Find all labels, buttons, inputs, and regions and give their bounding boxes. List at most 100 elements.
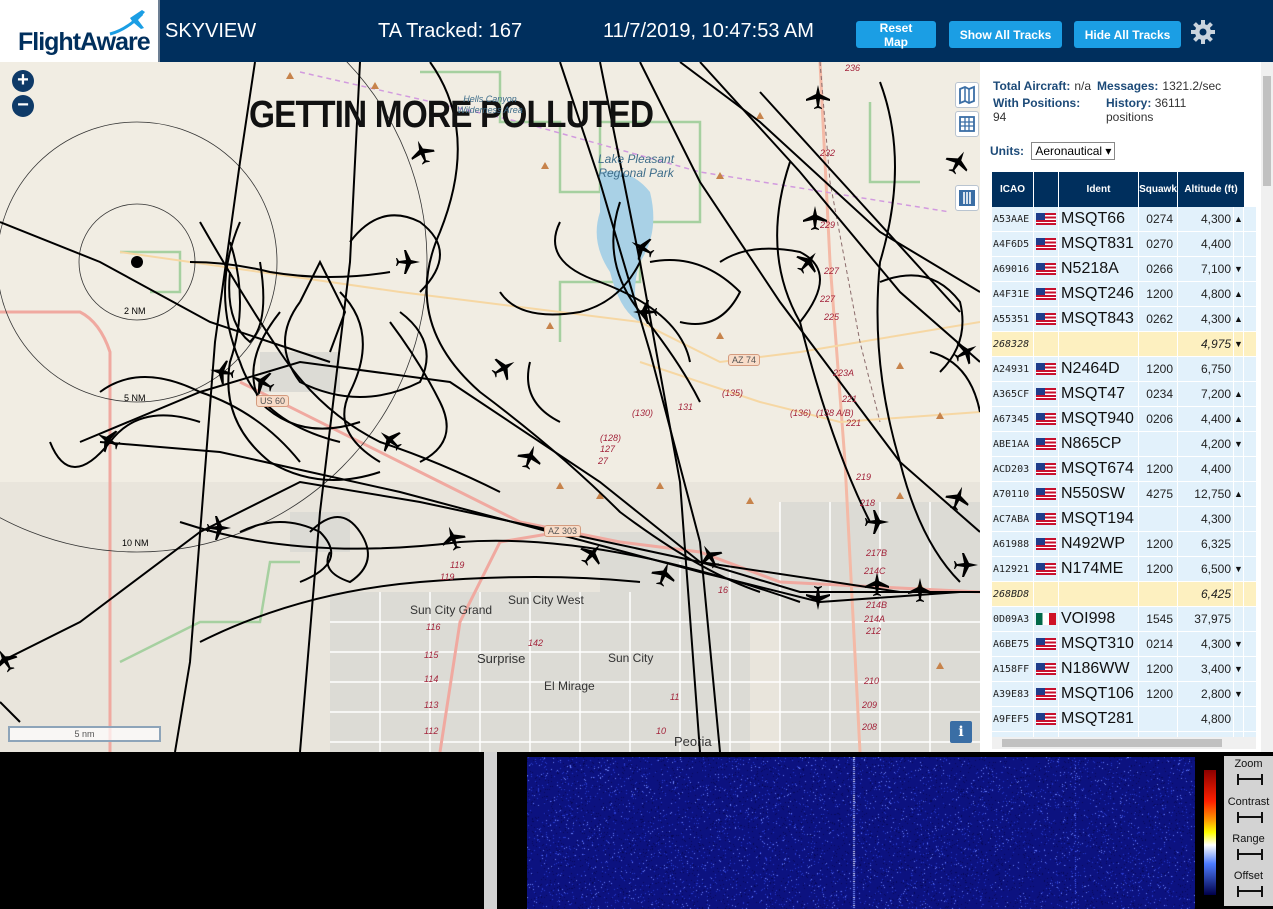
logo-text: FlightAware (18, 28, 151, 56)
ring-label-5nm: 5 NM (124, 393, 146, 403)
range-slider[interactable] (1237, 849, 1263, 860)
road-number: (135) (722, 388, 744, 398)
zoom-label: Zoom (1234, 758, 1263, 770)
table-row[interactable]: A365CF MSQT47 0234 7,200 ▲ (992, 382, 1256, 407)
column-toggle-button[interactable] (955, 185, 979, 211)
altitude-trend-icon: ▲ (1234, 382, 1244, 406)
table-row[interactable]: A61988 N492WP 1200 6,325 (992, 532, 1256, 557)
road-number: 218 (860, 498, 876, 508)
range-label: Range (1232, 833, 1265, 845)
road-number: 227 (820, 294, 836, 304)
altitude-cell: 4,800 (1178, 707, 1234, 731)
flightaware-logo[interactable]: FlightAware (0, 0, 160, 62)
shield-az303: AZ 303 (544, 525, 582, 537)
map-scale-bar: 5 nm (8, 726, 161, 742)
messages-value: 1321.2/sec (1162, 79, 1222, 93)
table-row[interactable]: AC7ABA MSQT194 4,300 (992, 507, 1256, 532)
squawk-cell: 1200 (1139, 457, 1178, 481)
table-row[interactable]: A6BE75 MSQT310 0214 4,300 ▼ (992, 632, 1256, 657)
col-ident[interactable]: Ident (1059, 172, 1139, 207)
place-sun-city: Sun City (608, 651, 654, 665)
reset-map-button[interactable]: Reset Map (856, 21, 936, 49)
ident-cell: MSQT940 (1059, 407, 1139, 431)
units-select[interactable]: Aeronautical ▾ (1031, 142, 1116, 160)
scroll-thumb[interactable] (1002, 739, 1222, 747)
table-row[interactable]: 268328 4,975 ▼ (992, 332, 1256, 357)
zoom-in-button[interactable]: + (12, 70, 34, 92)
contrast-slider[interactable] (1237, 812, 1263, 823)
us-flag-icon (1036, 713, 1056, 725)
table-row[interactable]: A4F31E MSQT246 1200 4,800 ▲ (992, 282, 1256, 307)
place-sun-city-grand: Sun City Grand (410, 603, 493, 617)
zoom-slider[interactable] (1237, 774, 1263, 785)
table-row[interactable]: A12921 N174ME 1200 6,500 ▼ (992, 557, 1256, 582)
us-flag-icon (1036, 313, 1056, 325)
table-row[interactable]: A70110 N550SW 4275 12,750 ▲ (992, 482, 1256, 507)
altitude-trend-icon: ▲ (1234, 307, 1244, 331)
flag-cell (1034, 207, 1059, 231)
sdr-controls: Zoom Contrast Range Offset (1224, 756, 1273, 906)
squawk-cell: 0270 (1139, 232, 1178, 256)
settings-gear-icon[interactable] (1190, 19, 1216, 45)
hide-all-tracks-button[interactable]: Hide All Tracks (1074, 21, 1181, 48)
grid-toggle-button[interactable] (955, 111, 979, 137)
place-surprise: Surprise (477, 651, 526, 666)
road-number: 219 (856, 472, 872, 482)
with-positions-label: With Positions: (993, 96, 1081, 110)
col-altitude[interactable]: Altitude (ft) (1178, 172, 1244, 207)
road-number: 114 (424, 674, 439, 684)
squawk-cell: 0274 (1139, 207, 1178, 231)
panel-vertical-scrollbar[interactable] (1261, 62, 1273, 752)
flag-cell (1034, 682, 1059, 706)
us-flag-icon (1036, 213, 1056, 225)
road-number: (136) (790, 408, 812, 418)
map-info-button[interactable]: i (950, 721, 972, 743)
altitude-trend-icon: ▼ (1234, 682, 1244, 706)
table-row[interactable]: ABE1AA N865CP 4,200 ▼ (992, 432, 1256, 457)
col-flag[interactable] (1034, 172, 1059, 207)
table-row[interactable]: 268BD8 6,425 (992, 582, 1256, 607)
col-icao[interactable]: ICAO (992, 172, 1034, 207)
map-view[interactable]: + − GETTIN MORE POLLUTED 2 NM 5 NM 10 NM… (0, 62, 980, 752)
road-number: 142 (528, 638, 544, 648)
sdr-panel: Zoom Contrast Range Offset (0, 752, 1273, 909)
table-horizontal-scrollbar[interactable] (992, 737, 1256, 749)
road-number: 214B (866, 600, 888, 610)
altitude-trend-icon (1234, 582, 1244, 606)
flag-cell (1034, 557, 1059, 581)
color-scale-bar (1204, 770, 1216, 895)
show-all-tracks-button[interactable]: Show All Tracks (949, 21, 1062, 48)
table-row[interactable]: A53AAE MSQT66 0274 4,300 ▲ (992, 207, 1256, 232)
altitude-trend-icon: ▼ (1234, 332, 1244, 356)
table-row[interactable]: A4F6D5 MSQT831 0270 4,400 (992, 232, 1256, 257)
icao-cell: A61988 (992, 532, 1034, 556)
table-row[interactable]: 0D09A3 VOI998 1545 37,975 (992, 607, 1256, 632)
table-row[interactable]: ACD203 MSQT674 1200 4,400 (992, 457, 1256, 482)
table-row[interactable]: A69016 N5218A 0266 7,100 ▼ (992, 257, 1256, 282)
squawk-cell: 0206 (1139, 407, 1178, 431)
zoom-out-button[interactable]: − (12, 95, 34, 117)
table-row[interactable]: A39E83 MSQT106 1200 2,800 ▼ (992, 682, 1256, 707)
altitude-cell: 2,800 (1178, 682, 1234, 706)
scroll-thumb[interactable] (1263, 76, 1271, 186)
offset-slider[interactable] (1237, 886, 1263, 897)
col-squawk[interactable]: Squawk (1139, 172, 1178, 207)
flag-cell (1034, 432, 1059, 456)
table-row[interactable]: A158FF N186WW 1200 3,400 ▼ (992, 657, 1256, 682)
map-layers-button[interactable] (955, 82, 979, 108)
altitude-cell: 4,300 (1178, 632, 1234, 656)
ring-label-10nm: 10 NM (122, 538, 149, 548)
us-flag-icon (1036, 438, 1056, 450)
table-row[interactable]: A9FEF5 MSQT281 4,800 (992, 707, 1256, 732)
table-row[interactable]: A55351 MSQT843 0262 4,300 ▲ (992, 307, 1256, 332)
flag-cell (1034, 282, 1059, 306)
us-flag-icon (1036, 388, 1056, 400)
panel-divider[interactable] (484, 752, 497, 909)
road-number: 115 (424, 650, 439, 660)
altitude-cell: 6,325 (1178, 532, 1234, 556)
table-row[interactable]: A24931 N2464D 1200 6,750 (992, 357, 1256, 382)
ident-cell: MSQT246 (1059, 282, 1139, 306)
table-row[interactable]: A67345 MSQT940 0206 4,400 ▲ (992, 407, 1256, 432)
altitude-cell: 4,400 (1178, 232, 1234, 256)
altitude-trend-icon (1234, 507, 1244, 531)
